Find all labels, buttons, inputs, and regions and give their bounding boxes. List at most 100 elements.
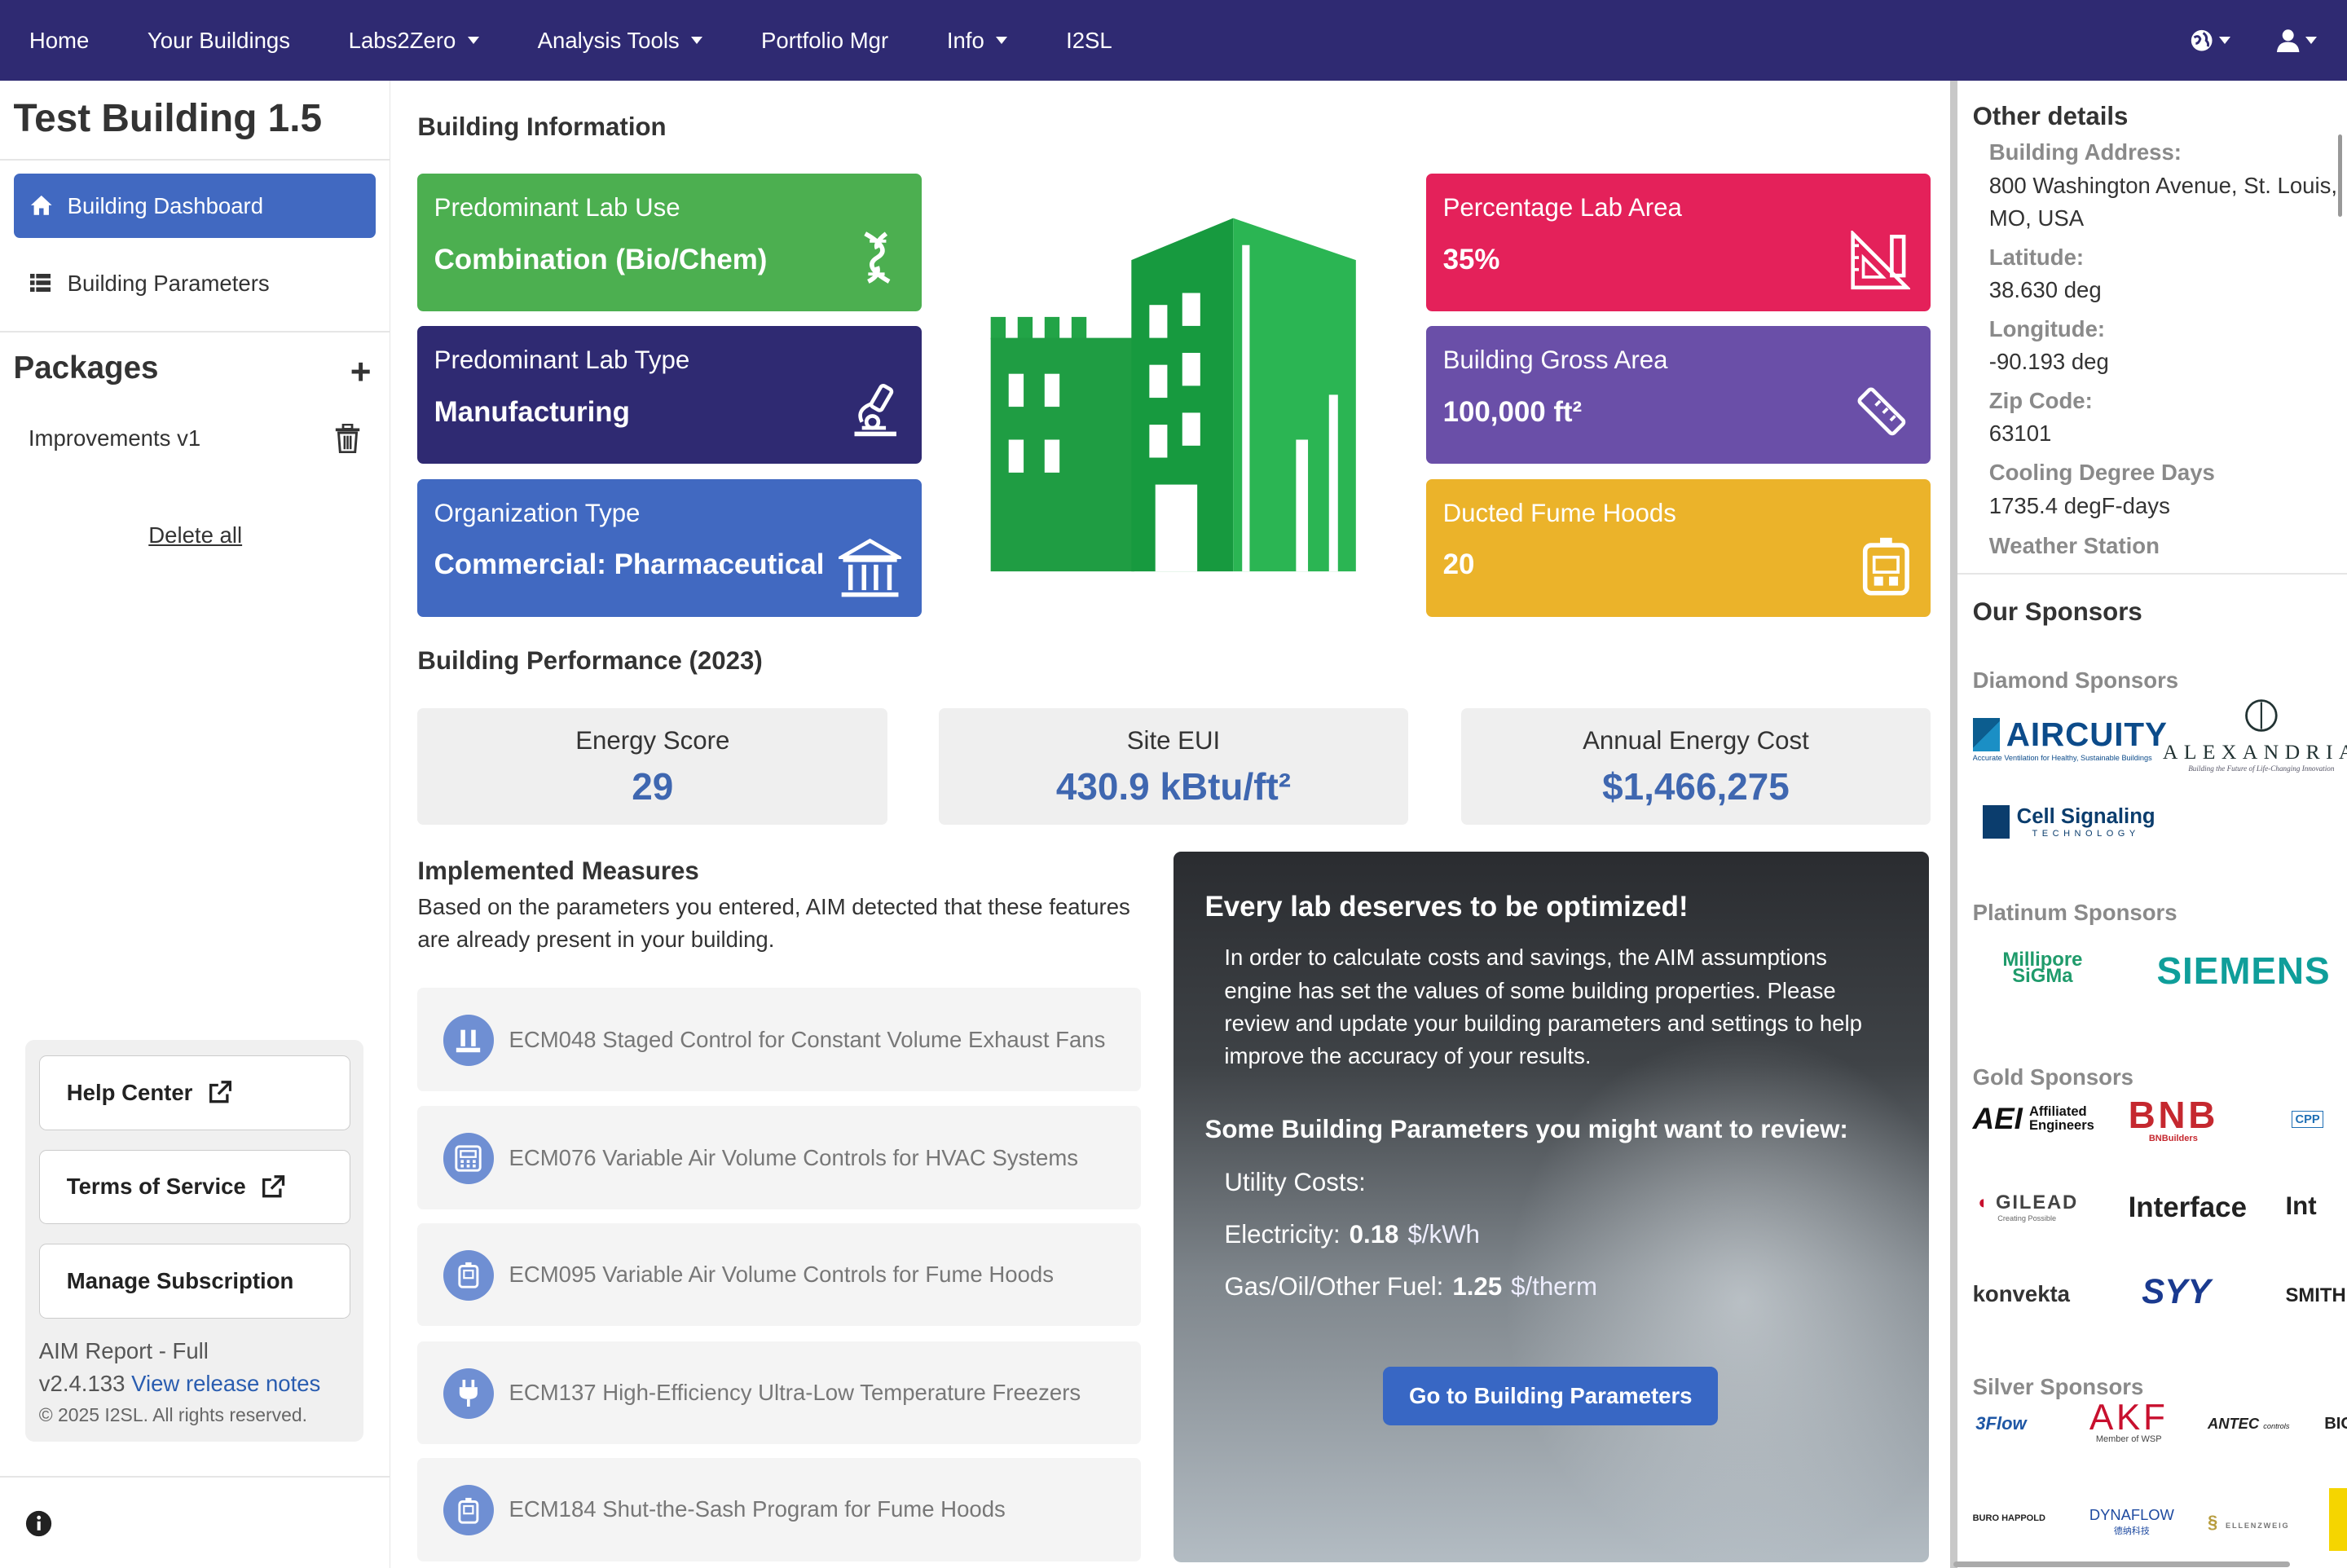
ruler-triangle-icon	[1851, 230, 1910, 289]
detail-label: Longitude:	[1988, 315, 2106, 341]
detail-latitude: Latitude: 38.630 deg	[1989, 241, 2102, 307]
button-label: Go to Building Parameters	[1409, 1382, 1693, 1408]
detail-cooling-degree-days: Cooling Degree Days 1735.4 degF-days	[1989, 456, 2215, 522]
perf-value: $1,466,275	[1602, 764, 1790, 808]
our-sponsors-heading: Our Sponsors	[1972, 597, 2142, 626]
sponsor-name: SMITH	[2285, 1284, 2346, 1306]
sponsor-logo-cpp[interactable]: CPP	[2291, 1110, 2324, 1129]
sponsor-logo-int[interactable]: Int	[2285, 1191, 2316, 1221]
vertical-scrollbar[interactable]	[2337, 134, 2343, 218]
fuel-cost-row: Gas/Oil/Other Fuel: 1.25 $/therm	[1224, 1272, 1597, 1302]
sidebar-item-building-parameters[interactable]: Building Parameters	[14, 252, 376, 316]
help-center-button[interactable]: Help Center	[38, 1055, 350, 1130]
sponsor-logo-syy[interactable]: SYY	[2142, 1272, 2211, 1311]
trash-icon[interactable]	[334, 423, 361, 454]
measure-label: ECM048 Staged Control for Constant Volum…	[509, 1026, 1106, 1052]
sponsor-logo-buro-happold[interactable]: BURO HAPPOLD	[1973, 1513, 2045, 1523]
electricity-unit: $/kWh	[1407, 1219, 1480, 1249]
detail-value: 800 Washington Avenue, St. Louis, MO, US…	[1988, 172, 2338, 231]
sidebar-item-building-dashboard[interactable]: Building Dashboard	[13, 174, 376, 239]
card-value: 35%	[1442, 243, 1500, 275]
sponsor-name: BIG	[2324, 1414, 2347, 1433]
sponsor-name: konvekta	[1972, 1281, 2071, 1307]
nav-info-label: Info	[946, 27, 984, 53]
delete-all-link[interactable]: Delete all	[0, 522, 390, 548]
sidebar-links-panel: Help Center Terms of Service Manage Subs…	[25, 1040, 364, 1442]
fume-hood-icon	[443, 1484, 495, 1536]
nav-portfolio-mgr-label: Portfolio Mgr	[761, 27, 889, 53]
card-ducted-fume-hoods: Ducted Fume Hoods 20	[1426, 478, 1931, 617]
measure-item: ECM095 Variable Air Volume Controls for …	[417, 1222, 1141, 1327]
manage-subscription-button[interactable]: Manage Subscription	[38, 1244, 350, 1319]
sponsor-name: 3Flow	[1975, 1412, 2027, 1434]
terms-of-service-label: Terms of Service	[66, 1174, 246, 1200]
report-type: AIM Report - Full	[38, 1337, 209, 1363]
microscope-icon	[854, 384, 897, 437]
divider	[0, 1475, 391, 1478]
horizontal-scrollbar[interactable]	[1953, 1561, 2291, 1568]
card-label: Percentage Lab Area	[1442, 192, 1682, 222]
nav-info-dropdown[interactable]: Info	[918, 0, 1037, 81]
card-percentage-lab-area: Percentage Lab Area 35%	[1426, 174, 1931, 312]
detail-building-address: Building Address: 800 Washington Avenue,…	[1989, 136, 2347, 235]
sponsor-logo-aircuity[interactable]: AIRCUITY Accurate Ventilation for Health…	[1972, 716, 2168, 762]
divider	[0, 330, 391, 333]
sponsor-tagline: SiGMa	[2012, 965, 2073, 988]
nav-analysis-tools-dropdown[interactable]: Analysis Tools	[509, 0, 732, 81]
nav-i2sl[interactable]: I2SL	[1037, 0, 1141, 81]
sponsor-logo-antec[interactable]: ANTEC controls	[2208, 1415, 2289, 1433]
caret-down-icon	[2305, 37, 2318, 44]
sponsor-logo-3flow[interactable]: 3Flow	[1975, 1413, 2026, 1434]
sponsor-tagline: TECHNOLOGY	[2032, 829, 2140, 839]
sponsor-logo-konvekta[interactable]: konvekta	[1973, 1281, 2070, 1307]
sponsor-logo-gilead[interactable]: ◖ GILEAD Creating Possible	[1975, 1191, 2078, 1222]
sidebar-item-label: Building Parameters	[67, 271, 270, 297]
sponsor-logo-akf[interactable]: AKF Member of WSP	[2089, 1398, 2169, 1444]
perf-annual-energy-cost: Annual Energy Cost $1,466,275	[1460, 707, 1931, 825]
detail-weather-station: Weather Station	[1989, 530, 2160, 562]
plug-icon	[443, 1368, 495, 1420]
nav-home[interactable]: Home	[0, 0, 118, 81]
sponsor-name: ELLENZWEIG	[2226, 1522, 2290, 1531]
fume-hood-icon	[443, 1249, 495, 1302]
electricity-cost-row: Electricity: 0.18 $/kWh	[1224, 1220, 1480, 1249]
sponsor-name: ANTEC	[2207, 1414, 2260, 1432]
sponsor-logo-alexandria[interactable]: ALEXANDRIA Building the Future of Life-C…	[2163, 698, 2347, 773]
terms-of-service-button[interactable]: Terms of Service	[38, 1149, 350, 1225]
home-icon	[30, 195, 52, 215]
language-menu[interactable]	[2160, 0, 2246, 81]
package-item[interactable]: Improvements v1	[29, 425, 200, 451]
globe-emblem-icon	[2245, 699, 2278, 732]
info-icon[interactable]	[25, 1510, 52, 1537]
external-link-icon	[262, 1174, 285, 1198]
sponsor-logo-millipore-sigma[interactable]: Millipore SiGMa	[2002, 950, 2082, 988]
sponsor-logo-siemens[interactable]: SIEMENS	[2156, 949, 2330, 993]
measure-item: ECM184 Shut-the-Sash Program for Fume Ho…	[417, 1457, 1141, 1561]
nav-portfolio-mgr[interactable]: Portfolio Mgr	[732, 0, 918, 81]
sponsor-logo-dynaflow[interactable]: DYNAFLOW 德纳科技	[2089, 1506, 2174, 1537]
nav-labs2zero-dropdown[interactable]: Labs2Zero	[319, 0, 509, 81]
release-notes-link[interactable]: View release notes	[131, 1371, 320, 1396]
user-menu[interactable]	[2246, 0, 2347, 81]
nav-your-buildings[interactable]: Your Buildings	[118, 0, 319, 81]
sponsor-logo-aei[interactable]: AEI Affiliated Engineers	[1973, 1102, 2104, 1136]
go-to-building-parameters-button[interactable]: Go to Building Parameters	[1383, 1366, 1719, 1425]
main-content: Building Information Predominant Lab Use…	[392, 81, 1948, 1568]
detail-label: Zip Code:	[1988, 388, 2093, 414]
detail-value: 1735.4 degF-days	[1988, 492, 2170, 518]
nav-your-buildings-label: Your Buildings	[147, 27, 291, 53]
app-root: Home Your Buildings Labs2Zero Analysis T…	[0, 0, 2347, 1568]
sponsor-logo-cell-signaling[interactable]: Cell Signaling TECHNOLOGY	[1983, 805, 2155, 839]
sponsor-logo-smith[interactable]: SMITH	[2285, 1284, 2345, 1307]
fuel-unit: $/therm	[1511, 1272, 1597, 1302]
card-label: Ducted Fume Hoods	[1442, 498, 1676, 527]
sponsor-name: SYY	[2142, 1272, 2211, 1311]
sponsor-logo-bnb[interactable]: BNB BNBuilders	[2129, 1093, 2218, 1143]
sponsor-logo-interface[interactable]: Interface	[2129, 1191, 2247, 1224]
sponsor-logo-ellenzweig[interactable]: § ELLENZWEIG	[2208, 1512, 2290, 1533]
add-package-button[interactable]: +	[350, 355, 372, 390]
sponsor-logo-big[interactable]: BIG	[2324, 1415, 2347, 1434]
measure-label: ECM137 High-Efficiency Ultra-Low Tempera…	[509, 1380, 1081, 1406]
card-label: Predominant Lab Type	[434, 346, 690, 375]
sponsor-name: Cell Signaling	[2016, 805, 2155, 829]
